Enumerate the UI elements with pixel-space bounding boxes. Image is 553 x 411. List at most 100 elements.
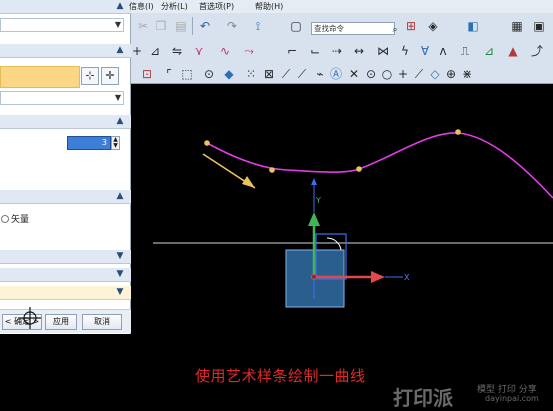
vector-radio-label: 矢量 <box>11 215 30 225</box>
section-header-type[interactable]: ▲ <box>0 0 131 14</box>
snap-existing-icon[interactable]: + <box>395 66 411 82</box>
chevron-up-icon[interactable]: ▲ <box>115 1 125 11</box>
x-axis-label: X <box>404 273 410 282</box>
chevron-up-icon[interactable]: ▲ <box>115 191 125 201</box>
bridge-icon[interactable]: ⋈ <box>375 43 391 59</box>
rotation-arc <box>326 237 342 251</box>
snap-curve-icon[interactable]: ⌁ <box>312 66 328 82</box>
chamfer-icon[interactable]: ⌙ <box>307 43 323 59</box>
graphics-window[interactable]: Y X 使用艺术样条绘制一曲线 <box>131 84 553 411</box>
y-axis-arrow[interactable] <box>308 212 320 226</box>
snap-endpoint-icon[interactable]: ⊠ <box>261 66 277 82</box>
watermark-url: dayinpai.com <box>485 394 539 403</box>
point-method-dropdown[interactable]: ▼ <box>0 91 124 105</box>
menu-information[interactable]: 信息(I) <box>129 1 154 12</box>
studio-spline-icon[interactable]: ⤳ <box>241 43 257 59</box>
point-selection-field[interactable] <box>0 66 80 88</box>
display-icon[interactable]: ▣ <box>531 18 547 34</box>
undo-icon[interactable]: ↶ <box>197 18 213 34</box>
view-orient-icon[interactable]: ◧ <box>465 18 481 34</box>
cut-icon[interactable]: ✂ <box>135 18 151 34</box>
mirror-icon[interactable]: ⇋ <box>169 43 185 59</box>
snap-pole-icon[interactable]: ⊕ <box>443 66 459 82</box>
analysis-icon[interactable]: ▲ <box>505 43 521 59</box>
section-curve-icon[interactable]: ᴧ <box>435 43 451 59</box>
snap-onface-icon[interactable]: ◇ <box>427 66 443 82</box>
section-header-extension[interactable]: ▼ <box>0 250 131 264</box>
section-header-constraints[interactable]: ▲ <box>0 190 131 204</box>
edit-curve-icon[interactable]: ⤴ <box>529 43 545 59</box>
snap-point-icon[interactable]: ⟟ <box>250 18 266 34</box>
point-dialog-button[interactable]: ⊹ <box>81 67 99 85</box>
spline-point[interactable] <box>455 129 461 135</box>
toolbar-row-2: + ⊿ ⇋ ⋎ ∿ ⤳ ⌐ ⌙ ⇢ ↔ ⋈ ϟ Ɐ ᴧ ⎍ ⊿ ▲ ⤴ <box>131 40 553 62</box>
measure-icon[interactable]: ⊿ <box>481 43 497 59</box>
offset-icon[interactable]: ⇢ <box>329 43 345 59</box>
spline-point[interactable] <box>204 140 210 146</box>
snap-bounded-icon[interactable]: ⋇ <box>459 66 475 82</box>
extract-icon[interactable]: ⎍ <box>457 43 473 59</box>
search-icon[interactable]: ⌕ <box>387 22 403 38</box>
menu-analysis[interactable]: 分析(L) <box>161 1 188 12</box>
text-curve-icon[interactable]: Ɐ <box>417 43 433 59</box>
toolbar-area: 信息(I) 分析(L) 首选项(P) 帮助(H) ✂ ❐ ▤ ↶ ↷ ⟟ ▢ ⊞… <box>129 0 553 84</box>
project-icon[interactable]: ↔ <box>351 43 367 59</box>
arc-icon[interactable]: ⋎ <box>191 43 207 59</box>
degree-stepper[interactable]: ▲ ▼ <box>111 136 120 150</box>
snap-quadrant-icon[interactable]: ○ <box>379 66 395 82</box>
apply-button[interactable]: 应用 <box>45 314 77 330</box>
chevron-down-icon: ▼ <box>114 20 121 29</box>
line-icon[interactable]: + <box>129 43 145 59</box>
trim-icon[interactable]: ⊿ <box>147 43 163 59</box>
section-header-parameters[interactable]: ▲ <box>0 115 131 129</box>
chevron-down-icon[interactable]: ▼ <box>115 251 125 261</box>
snap-control-icon[interactable]: Ⓐ <box>328 66 344 82</box>
menu-bar: 信息(I) 分析(L) 首选项(P) 帮助(H) <box>129 0 553 13</box>
spline-point[interactable] <box>356 166 362 172</box>
grid-snap-icon[interactable]: ⁙ <box>243 66 259 82</box>
snap-line-icon[interactable]: ⟋ <box>278 66 294 82</box>
y-axis-label: Y <box>315 196 321 205</box>
snap-midpoint-icon[interactable]: ⟋ <box>294 66 310 82</box>
separator <box>192 17 193 35</box>
vector-radio[interactable] <box>1 215 9 223</box>
command-search-input[interactable]: 查找命令 <box>311 22 395 35</box>
section-header-points[interactable]: ▲ <box>0 44 131 58</box>
chevron-up-icon[interactable]: ▲ <box>115 45 125 55</box>
spline-point[interactable] <box>269 167 275 173</box>
chevron-down-icon[interactable]: ▼ <box>115 269 125 279</box>
select-box-icon[interactable]: ⬚ <box>179 66 195 82</box>
chevron-up-icon[interactable]: ▲ <box>115 116 125 126</box>
layer-icon[interactable]: ▦ <box>509 18 525 34</box>
spline-icon[interactable]: ∿ <box>217 43 233 59</box>
snap-oncurve-icon[interactable]: ⟋ <box>411 66 427 82</box>
degree-input[interactable]: 3 <box>67 136 111 150</box>
solid-icon[interactable]: ◆ <box>221 66 237 82</box>
paste-icon[interactable]: ▤ <box>173 18 189 34</box>
section-header-preview[interactable]: ▼ <box>0 286 131 300</box>
menu-preferences[interactable]: 首选项(P) <box>199 1 234 12</box>
cancel-button[interactable]: 取消 <box>82 314 122 330</box>
render-style-icon[interactable]: ◈ <box>425 18 441 34</box>
chevron-down-icon: ▼ <box>114 93 121 102</box>
feature-icon[interactable]: ⊙ <box>201 66 217 82</box>
menu-help[interactable]: 帮助(H) <box>255 1 283 12</box>
snap-center-icon[interactable]: ⊙ <box>363 66 379 82</box>
window-icon[interactable]: ▢ <box>288 18 304 34</box>
snap-intersect-icon[interactable]: ✕ <box>346 66 362 82</box>
type-dropdown[interactable]: ▼ <box>0 18 124 32</box>
chevron-down-icon[interactable]: ▼ <box>115 287 125 297</box>
helix-icon[interactable]: ϟ <box>397 43 413 59</box>
fit-view-icon[interactable]: ⊞ <box>403 18 419 34</box>
section-header-settings[interactable]: ▼ <box>0 268 131 282</box>
x-axis-arrow[interactable] <box>371 271 385 283</box>
redo-icon[interactable]: ↷ <box>224 18 240 34</box>
fillet-icon[interactable]: ⌐ <box>284 43 300 59</box>
select-mode-icon[interactable]: ⌜ <box>161 66 177 82</box>
copy-icon[interactable]: ❐ <box>153 18 169 34</box>
studio-spline-curve[interactable] <box>206 132 553 199</box>
point-constructor-icon[interactable]: ✛ <box>101 67 119 85</box>
instruction-caption: 使用艺术样条绘制一曲线 <box>195 367 366 385</box>
tangent-arrowhead <box>242 176 255 188</box>
selection-filter-icon[interactable]: ⊡ <box>139 66 155 82</box>
